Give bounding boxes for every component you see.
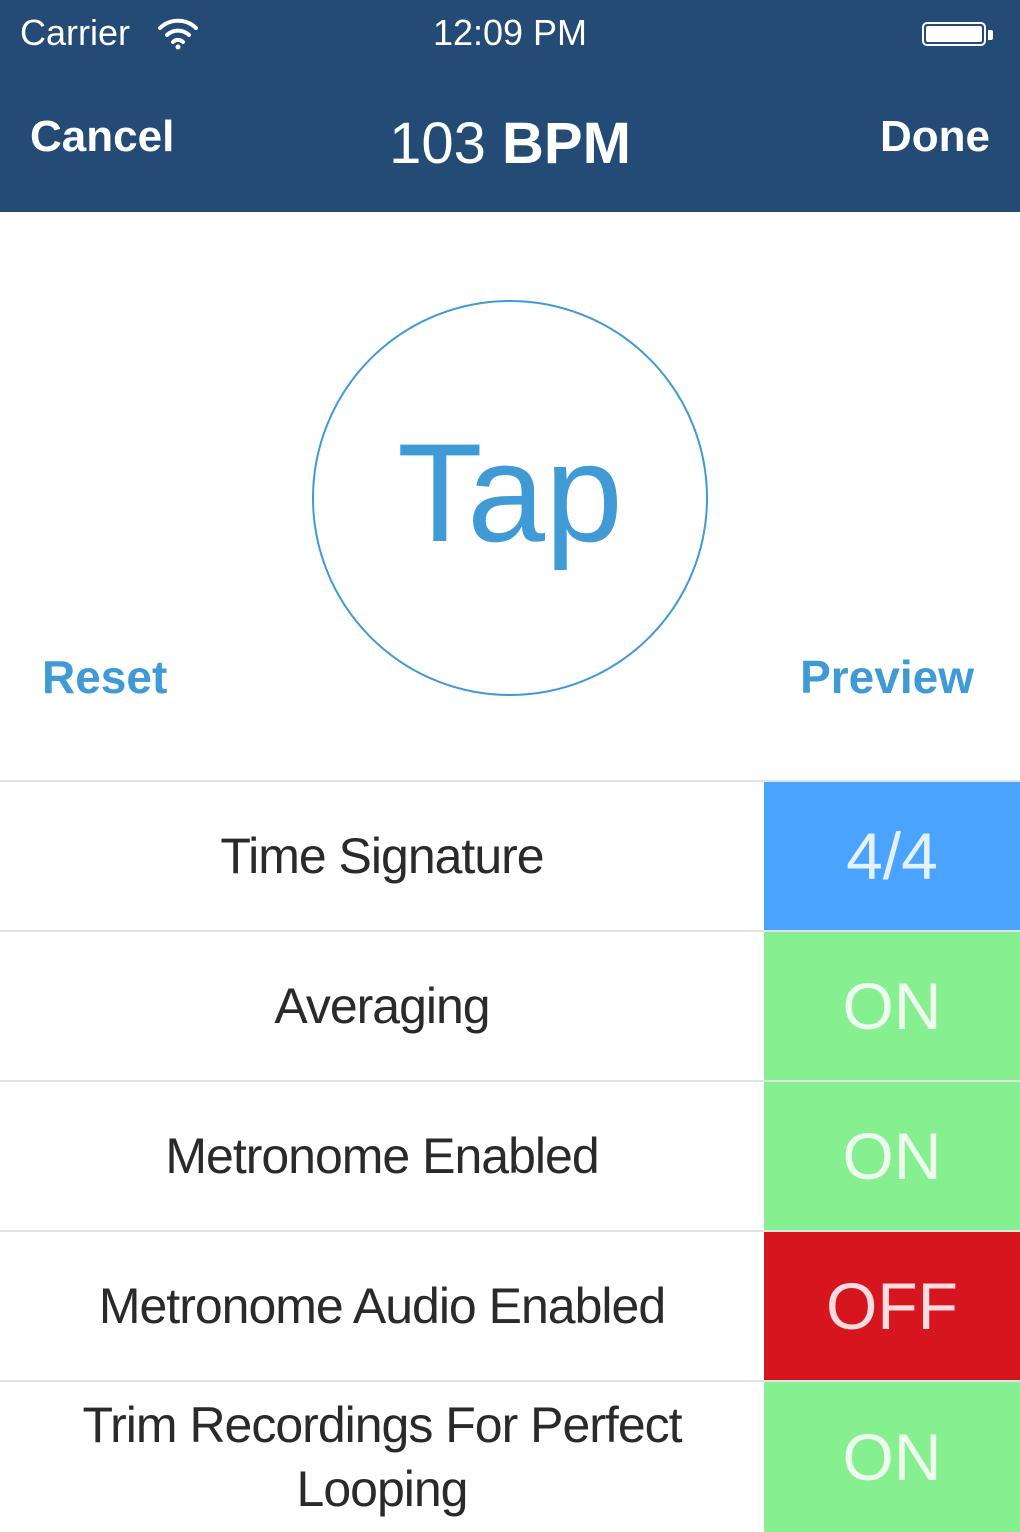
- reset-button[interactable]: Reset: [42, 650, 167, 704]
- setting-label: Averaging: [274, 978, 490, 1034]
- setting-label: Trim Recordings For Perfect Looping: [82, 1397, 682, 1517]
- setting-label: Metronome Enabled: [165, 1128, 599, 1184]
- status-bar: Carrier 12:09 PM: [0, 0, 1020, 72]
- metronome-enabled-toggle[interactable]: ON: [764, 1082, 1020, 1230]
- tap-button[interactable]: Tap: [312, 300, 708, 696]
- bpm-unit: BPM: [502, 111, 631, 176]
- bpm-value: 103: [389, 111, 486, 176]
- trim-recordings-toggle[interactable]: ON: [764, 1382, 1020, 1532]
- time-signature-toggle[interactable]: 4/4: [764, 782, 1020, 930]
- navigation-bar: Carrier 12:09 PM Cancel 103 BPM Done: [0, 0, 1020, 212]
- battery-icon: [922, 22, 994, 48]
- setting-label: Time Signature: [220, 828, 544, 884]
- setting-row-time-signature: Time Signature 4/4: [0, 782, 1020, 932]
- metronome-audio-toggle[interactable]: OFF: [764, 1232, 1020, 1380]
- setting-row-metronome-enabled: Metronome Enabled ON: [0, 1082, 1020, 1232]
- tap-label: Tap: [397, 414, 623, 571]
- done-button[interactable]: Done: [880, 112, 990, 162]
- setting-label: Metronome Audio Enabled: [98, 1278, 666, 1334]
- setting-row-trim-recordings: Trim Recordings For Perfect Looping ON: [0, 1382, 1020, 1532]
- averaging-toggle[interactable]: ON: [764, 932, 1020, 1080]
- bpm-title: 103 BPM: [0, 110, 1020, 177]
- settings-list: Time Signature 4/4 Averaging ON Metronom…: [0, 780, 1020, 1532]
- setting-row-averaging: Averaging ON: [0, 932, 1020, 1082]
- status-time: 12:09 PM: [432, 12, 588, 53]
- setting-row-metronome-audio: Metronome Audio Enabled OFF: [0, 1232, 1020, 1382]
- preview-button[interactable]: Preview: [800, 650, 974, 704]
